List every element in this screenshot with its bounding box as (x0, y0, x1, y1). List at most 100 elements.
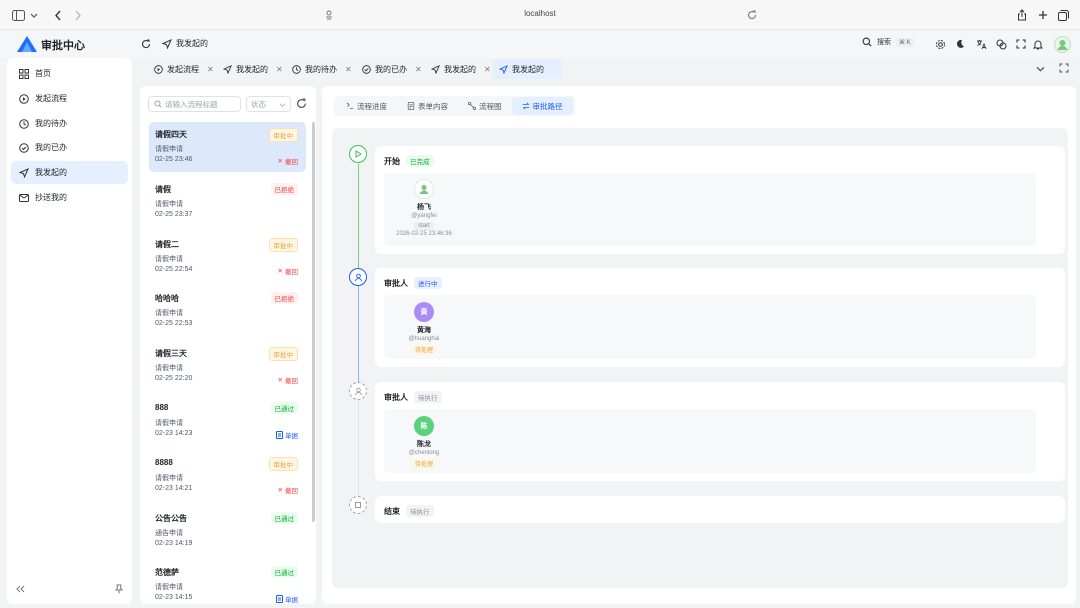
revoke-button[interactable]: ✕ 撤回 (278, 266, 298, 276)
maximize-icon[interactable] (1059, 63, 1069, 73)
dark-mode-icon[interactable] (952, 36, 968, 52)
tab-form-content[interactable]: 表单内容 (397, 97, 458, 115)
notification-bell-icon[interactable] (1030, 36, 1046, 52)
item-time: 02-25 23:37 (155, 210, 193, 218)
status-badge: 待执行 (414, 391, 442, 403)
new-tab-icon[interactable] (1035, 7, 1051, 23)
item-type: 请假申请 (155, 146, 183, 153)
tab-label: 流程进度 (357, 101, 387, 111)
status-badge: 待执行 (406, 505, 434, 517)
tab-my-done[interactable]: 我的已办 ✕ (356, 59, 428, 79)
avatar: 陈 (414, 416, 434, 436)
close-icon: ✕ (277, 267, 283, 275)
close-icon: ✕ (277, 377, 283, 385)
sidebar-item-home[interactable]: 首页 (11, 62, 128, 85)
translate-icon[interactable] (973, 36, 989, 52)
tab-label: 我发起的 (444, 64, 476, 74)
user-id: @yangfei (411, 213, 437, 219)
list-item[interactable]: 请假三天 请假申请 02-25 22:20 审批中 ✕ 撤回 (149, 341, 306, 391)
search-label: 搜索 (877, 39, 891, 46)
tab-my-initiated[interactable]: 我发起的 ✕ (217, 59, 289, 79)
tab-my-initiated-2[interactable]: 我发起的 ✕ (425, 59, 497, 79)
item-title: 请假 (155, 184, 171, 194)
revoke-button[interactable]: ✕ 撤回 (278, 375, 298, 385)
tab-bar: 发起流程 ✕ 我发起的 ✕ 我的待办 ✕ 我的已办 ✕ 我发起的 ✕ 我发起的 (140, 58, 1080, 80)
close-icon[interactable]: ✕ (345, 65, 352, 74)
tab-approval-path[interactable]: 审批路径 (511, 97, 573, 115)
tab-label: 我发起的 (236, 64, 268, 74)
refresh-icon[interactable] (138, 36, 154, 52)
list-scrollbar[interactable] (312, 122, 315, 522)
list-item[interactable]: 哈哈哈 请假申请 02-25 22:53 已拒绝 (149, 286, 306, 336)
theme-icon[interactable] (993, 36, 1009, 52)
revoke-button[interactable]: ✕ 撤回 (278, 485, 298, 495)
item-time: 02-25 22:20 (155, 375, 193, 383)
node-users: 黄 黄海 @huanghai 待处理 (384, 295, 1036, 359)
share-icon[interactable] (1014, 7, 1030, 23)
node-title: 开始 已完成 (384, 155, 434, 167)
clock-icon (292, 64, 301, 74)
status-badge: 审批中 (268, 128, 298, 142)
document-icon (276, 595, 283, 604)
fullscreen-icon[interactable] (1013, 36, 1029, 52)
status-badge: 已通过 (270, 511, 298, 524)
close-icon[interactable]: ✕ (415, 65, 422, 74)
chevron-down-icon[interactable] (1036, 64, 1045, 73)
list-item[interactable]: 8888 请假申请 02-23 14:21 审批中 ✕ 撤回 (149, 451, 306, 501)
sidebar-item-start-process[interactable]: 发起流程 (11, 87, 128, 110)
list-item[interactable]: 请假二 请假申请 02-25 22:54 审批中 ✕ 撤回 (149, 232, 306, 282)
sidebar-item-my-todo[interactable]: 我的待办 (11, 112, 128, 135)
user-name: 杨飞 (417, 204, 431, 211)
tab-my-initiated-3[interactable]: 我发起的 (493, 59, 562, 79)
item-type: 请假申请 (155, 365, 183, 373)
timeline-line-pending (357, 400, 359, 500)
play-circle-icon (19, 93, 29, 104)
sidebar-item-label: 我的待办 (35, 119, 67, 128)
refresh-icon[interactable] (296, 98, 307, 109)
node-users: 陈 陈龙 @chenlong 待处理 (384, 409, 1036, 473)
user-avatar[interactable] (1054, 36, 1071, 53)
play-icon (349, 145, 367, 163)
sidebar-item-cc-me[interactable]: 抄送我的 (11, 186, 128, 209)
tab-my-todo[interactable]: 我的待办 ✕ (286, 59, 358, 79)
list-item[interactable]: 请假 请假申请 02-25 23:37 已拒绝 (149, 177, 306, 227)
tab-label: 我发起的 (512, 64, 544, 74)
list-item[interactable]: 888 请假申请 02-23 14:23 已通过 单据 (149, 396, 306, 446)
node-title-text: 开始 (384, 156, 400, 166)
node-title-text: 审批人 (384, 392, 408, 402)
tab-process-progress[interactable]: 流程进度 (336, 97, 397, 115)
status-select[interactable]: 状态 (246, 96, 291, 112)
global-search[interactable]: 搜索 ⌘ K (862, 37, 914, 47)
flow-node-approver-2: 审批人 待执行 陈 陈龙 @chenlong 待处理 (375, 382, 1065, 481)
document-button[interactable]: 单据 (276, 594, 298, 604)
sidebar-item-label: 抄送我的 (35, 193, 67, 202)
list-item[interactable]: 范德萨 请假申请 02-23 14:15 已通过 单据 (149, 560, 306, 604)
breadcrumb: 我发起的 (162, 38, 208, 49)
tabs-overview-icon[interactable] (1055, 7, 1071, 23)
address-bar[interactable]: localhost (0, 9, 1080, 18)
sidebar-item-my-done[interactable]: 我的已办 (11, 136, 128, 159)
action-label: 撤回 (285, 487, 298, 495)
list-item[interactable]: 公告公告 通告申请 02-23 14:19 已通过 (149, 506, 306, 556)
status-badge: 进行中 (414, 277, 442, 289)
reload-icon[interactable] (744, 7, 760, 23)
sidebar-item-my-initiated[interactable]: 我发起的 (11, 161, 128, 184)
close-icon[interactable]: ✕ (484, 65, 491, 74)
tab-start-process[interactable]: 发起流程 ✕ (148, 59, 220, 79)
app-logo-icon (17, 36, 37, 52)
user-card: 黄 黄海 @huanghai 待处理 (394, 302, 454, 355)
item-type: 请假申请 (155, 255, 183, 263)
item-type: 请假申请 (155, 474, 183, 482)
node-title: 审批人 进行中 (384, 277, 442, 289)
settings-icon[interactable] (932, 36, 948, 52)
document-button[interactable]: 单据 (276, 430, 298, 440)
revoke-button[interactable]: ✕ 撤回 (278, 156, 298, 166)
close-icon[interactable]: ✕ (207, 65, 214, 74)
tab-flowchart[interactable]: 流程图 (458, 97, 512, 115)
pin-icon[interactable] (115, 584, 123, 594)
close-icon[interactable]: ✕ (276, 65, 283, 74)
form-icon (407, 102, 415, 110)
search-input[interactable]: 请输入流程标题 (148, 96, 241, 112)
collapse-sidebar-icon[interactable] (16, 585, 25, 593)
list-item[interactable]: 请假四天 请假申请 02-25 23:46 审批中 ✕ 撤回 (149, 122, 306, 172)
